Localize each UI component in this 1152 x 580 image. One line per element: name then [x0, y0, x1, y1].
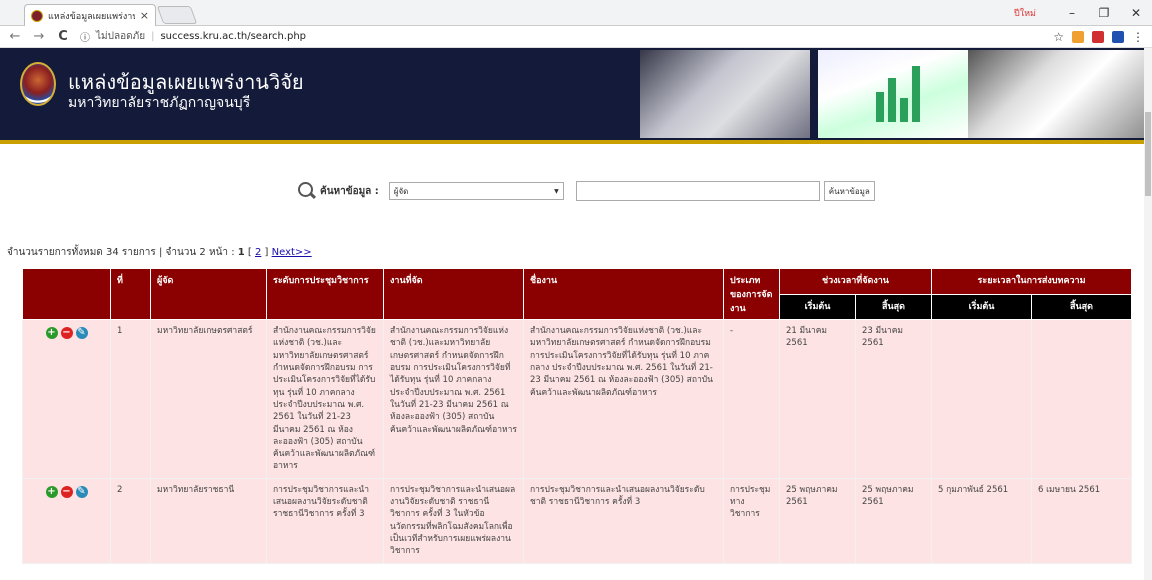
header-actions [22, 268, 111, 320]
browser-menu-icon[interactable]: ⋮ [1132, 30, 1144, 44]
header-submission-start: เริ่มต้น [931, 293, 1033, 320]
bookmark-star-icon[interactable]: ☆ [1053, 30, 1064, 44]
scrollbar-thumb[interactable] [1145, 112, 1151, 196]
cell-sub-start [931, 319, 1033, 479]
banner-image-handwriting [640, 50, 810, 138]
back-button[interactable]: ← [8, 29, 22, 44]
cell-no: 1 [110, 319, 151, 479]
close-window-button[interactable]: ✕ [1120, 6, 1152, 20]
url-field[interactable]: ⓘ ไม่ปลอดภัย | success.kru.ac.th/search.… [80, 29, 1043, 44]
cell-organizer: มหาวิทยาลัยราชธานี [150, 477, 267, 564]
cell-type: การประชุมทางวิชาการ [723, 477, 780, 564]
add-icon[interactable]: + [45, 485, 58, 498]
bracket-close: ] [261, 247, 272, 258]
header-stripe [0, 140, 1152, 144]
table-row: + − ✎ 1 มหาวิทยาลัยเกษตรศาสตร์ สำนักงานค… [22, 319, 1133, 479]
next-page-link[interactable]: Next>> [272, 247, 312, 258]
search-input[interactable] [575, 181, 820, 201]
header-period: ช่วงเวลาที่จัดงาน [778, 268, 933, 295]
university-logo [20, 62, 56, 106]
header-submission-end: สิ้นสุด [1031, 293, 1133, 320]
cell-sub-start: 5 กุมภาพันธ์ 2561 [931, 477, 1033, 564]
blue-extension-icon[interactable] [1112, 30, 1124, 43]
cell-start: 25 พฤษภาคม 2561 [779, 477, 856, 564]
extension-icons: ☆ ⋮ [1053, 30, 1144, 44]
chart-extension-icon[interactable] [1072, 30, 1084, 43]
address-bar: ← → C ⓘ ไม่ปลอดภัย | success.kru.ac.th/s… [0, 26, 1152, 48]
header-no: ที่ [110, 268, 151, 320]
header-event: งานที่จัด [383, 268, 524, 320]
summary-text: จำนวนรายการทั้งหมด 34 รายการ | จำนวน 2 ห… [7, 247, 238, 258]
header-level: ระดับการประชุมวิชาการ [266, 268, 384, 320]
cell-end: 25 พฤษภาคม 2561 [854, 477, 933, 564]
header-submission: ระยะเวลาในการส่งบทความ [931, 268, 1133, 295]
header-period-start: เริ่มต้น [779, 293, 856, 320]
window-controls: ปีใหม่ – ❐ ✕ [1014, 0, 1152, 26]
cell-type: - [723, 319, 780, 479]
delete-icon[interactable]: − [60, 485, 73, 498]
search-label: ค้นหาข้อมูล : [320, 185, 379, 197]
row-actions: + − ✎ [22, 319, 111, 479]
row-actions: + − ✎ [22, 477, 111, 564]
cell-organizer: มหาวิทยาลัยเกษตรศาสตร์ [150, 319, 267, 479]
page-scrollbar[interactable] [1144, 48, 1152, 580]
banner-image-chart [818, 50, 968, 138]
insecure-label[interactable]: ไม่ปลอดภัย [96, 29, 145, 44]
url-text[interactable]: success.kru.ac.th/search.php [160, 31, 306, 42]
cell-sub-end [1031, 319, 1133, 479]
site-subtitle: มหาวิทยาลัยราชภัฏกาญจนบุรี [68, 95, 251, 111]
chevron-down-icon: ▼ [554, 187, 559, 195]
browser-tab-strip: แหล่งข้อมูลเผยแพร่งานวิจัย - × ปีใหม่ – … [0, 0, 1152, 26]
results-table: ที่ ผู้จัด ระดับการประชุมวิชาการ งานที่จ… [22, 268, 1133, 564]
header-period-end: สิ้นสุด [854, 293, 933, 320]
minimize-button[interactable]: – [1056, 6, 1088, 20]
header-organizer: ผู้จัด [150, 268, 267, 320]
header-title: ชื่องาน [523, 268, 724, 320]
search-form: ค้นหาข้อมูล : ผู้จัด ▼ ค้นหาข้อมูล [298, 181, 875, 201]
cell-level: การประชุมวิชาการและนำเสนอผลงานวิจัยระดับ… [266, 477, 384, 564]
user-profile-label[interactable]: ปีใหม่ [1014, 6, 1036, 20]
cell-no: 2 [110, 477, 151, 564]
info-icon[interactable]: ⓘ [80, 29, 90, 44]
search-field-select[interactable]: ผู้จัด ▼ [388, 182, 564, 200]
forward-button[interactable]: → [32, 29, 46, 44]
site-header: แหล่งข้อมูลเผยแพร่งานวิจัย มหาวิทยาลัยรา… [0, 48, 1152, 144]
browser-tab[interactable]: แหล่งข้อมูลเผยแพร่งานวิจัย - × [24, 4, 156, 26]
delete-icon[interactable]: − [60, 327, 73, 339]
search-icon [298, 182, 316, 200]
search-button[interactable]: ค้นหาข้อมูล [823, 181, 875, 201]
cell-event: สำนักงานคณะกรรมการวิจัยแห่งชาติ (วช.)และ… [383, 319, 524, 479]
results-summary: จำนวนรายการทั้งหมด 34 รายการ | จำนวน 2 ห… [7, 245, 312, 260]
cell-sub-end: 6 เมษายน 2561 [1031, 477, 1133, 564]
tab-close-icon[interactable]: × [140, 9, 149, 22]
table-row: + − ✎ 2 มหาวิทยาลัยราชธานี การประชุมวิชา… [22, 477, 1133, 564]
header-type: ประเภทของการจัดงาน [723, 268, 780, 320]
reload-button[interactable]: C [56, 29, 70, 44]
new-tab-button[interactable] [156, 6, 198, 24]
cell-title: การประชุมวิชาการและนำเสนอผลงานวิจัยระดับ… [523, 477, 724, 564]
edit-icon[interactable]: ✎ [75, 485, 88, 498]
site-favicon-icon [31, 9, 43, 22]
maximize-button[interactable]: ❐ [1088, 6, 1120, 20]
tab-title: แหล่งข้อมูลเผยแพร่งานวิจัย - [48, 11, 135, 22]
current-page: 1 [237, 247, 245, 258]
red-extension-icon[interactable] [1092, 30, 1104, 43]
search-field-value: ผู้จัด [393, 186, 409, 196]
banner-image-laptop [968, 50, 1152, 138]
edit-icon[interactable]: ✎ [75, 327, 88, 339]
cell-start: 21 มีนาคม 2561 [779, 319, 856, 479]
cell-title: สำนักงานคณะกรรมการวิจัยแห่งชาติ (วช.)และ… [523, 319, 724, 479]
cell-event: การประชุมวิชาการและนำเสนอผลงานวิจัยระดับ… [383, 477, 524, 564]
add-icon[interactable]: + [45, 327, 58, 339]
bracket-open: [ [244, 247, 255, 258]
cell-end: 23 มีนาคม 2561 [854, 319, 933, 479]
cell-level: สำนักงานคณะกรรมการวิจัยแห่งชาติ (วช.)และ… [266, 319, 384, 479]
